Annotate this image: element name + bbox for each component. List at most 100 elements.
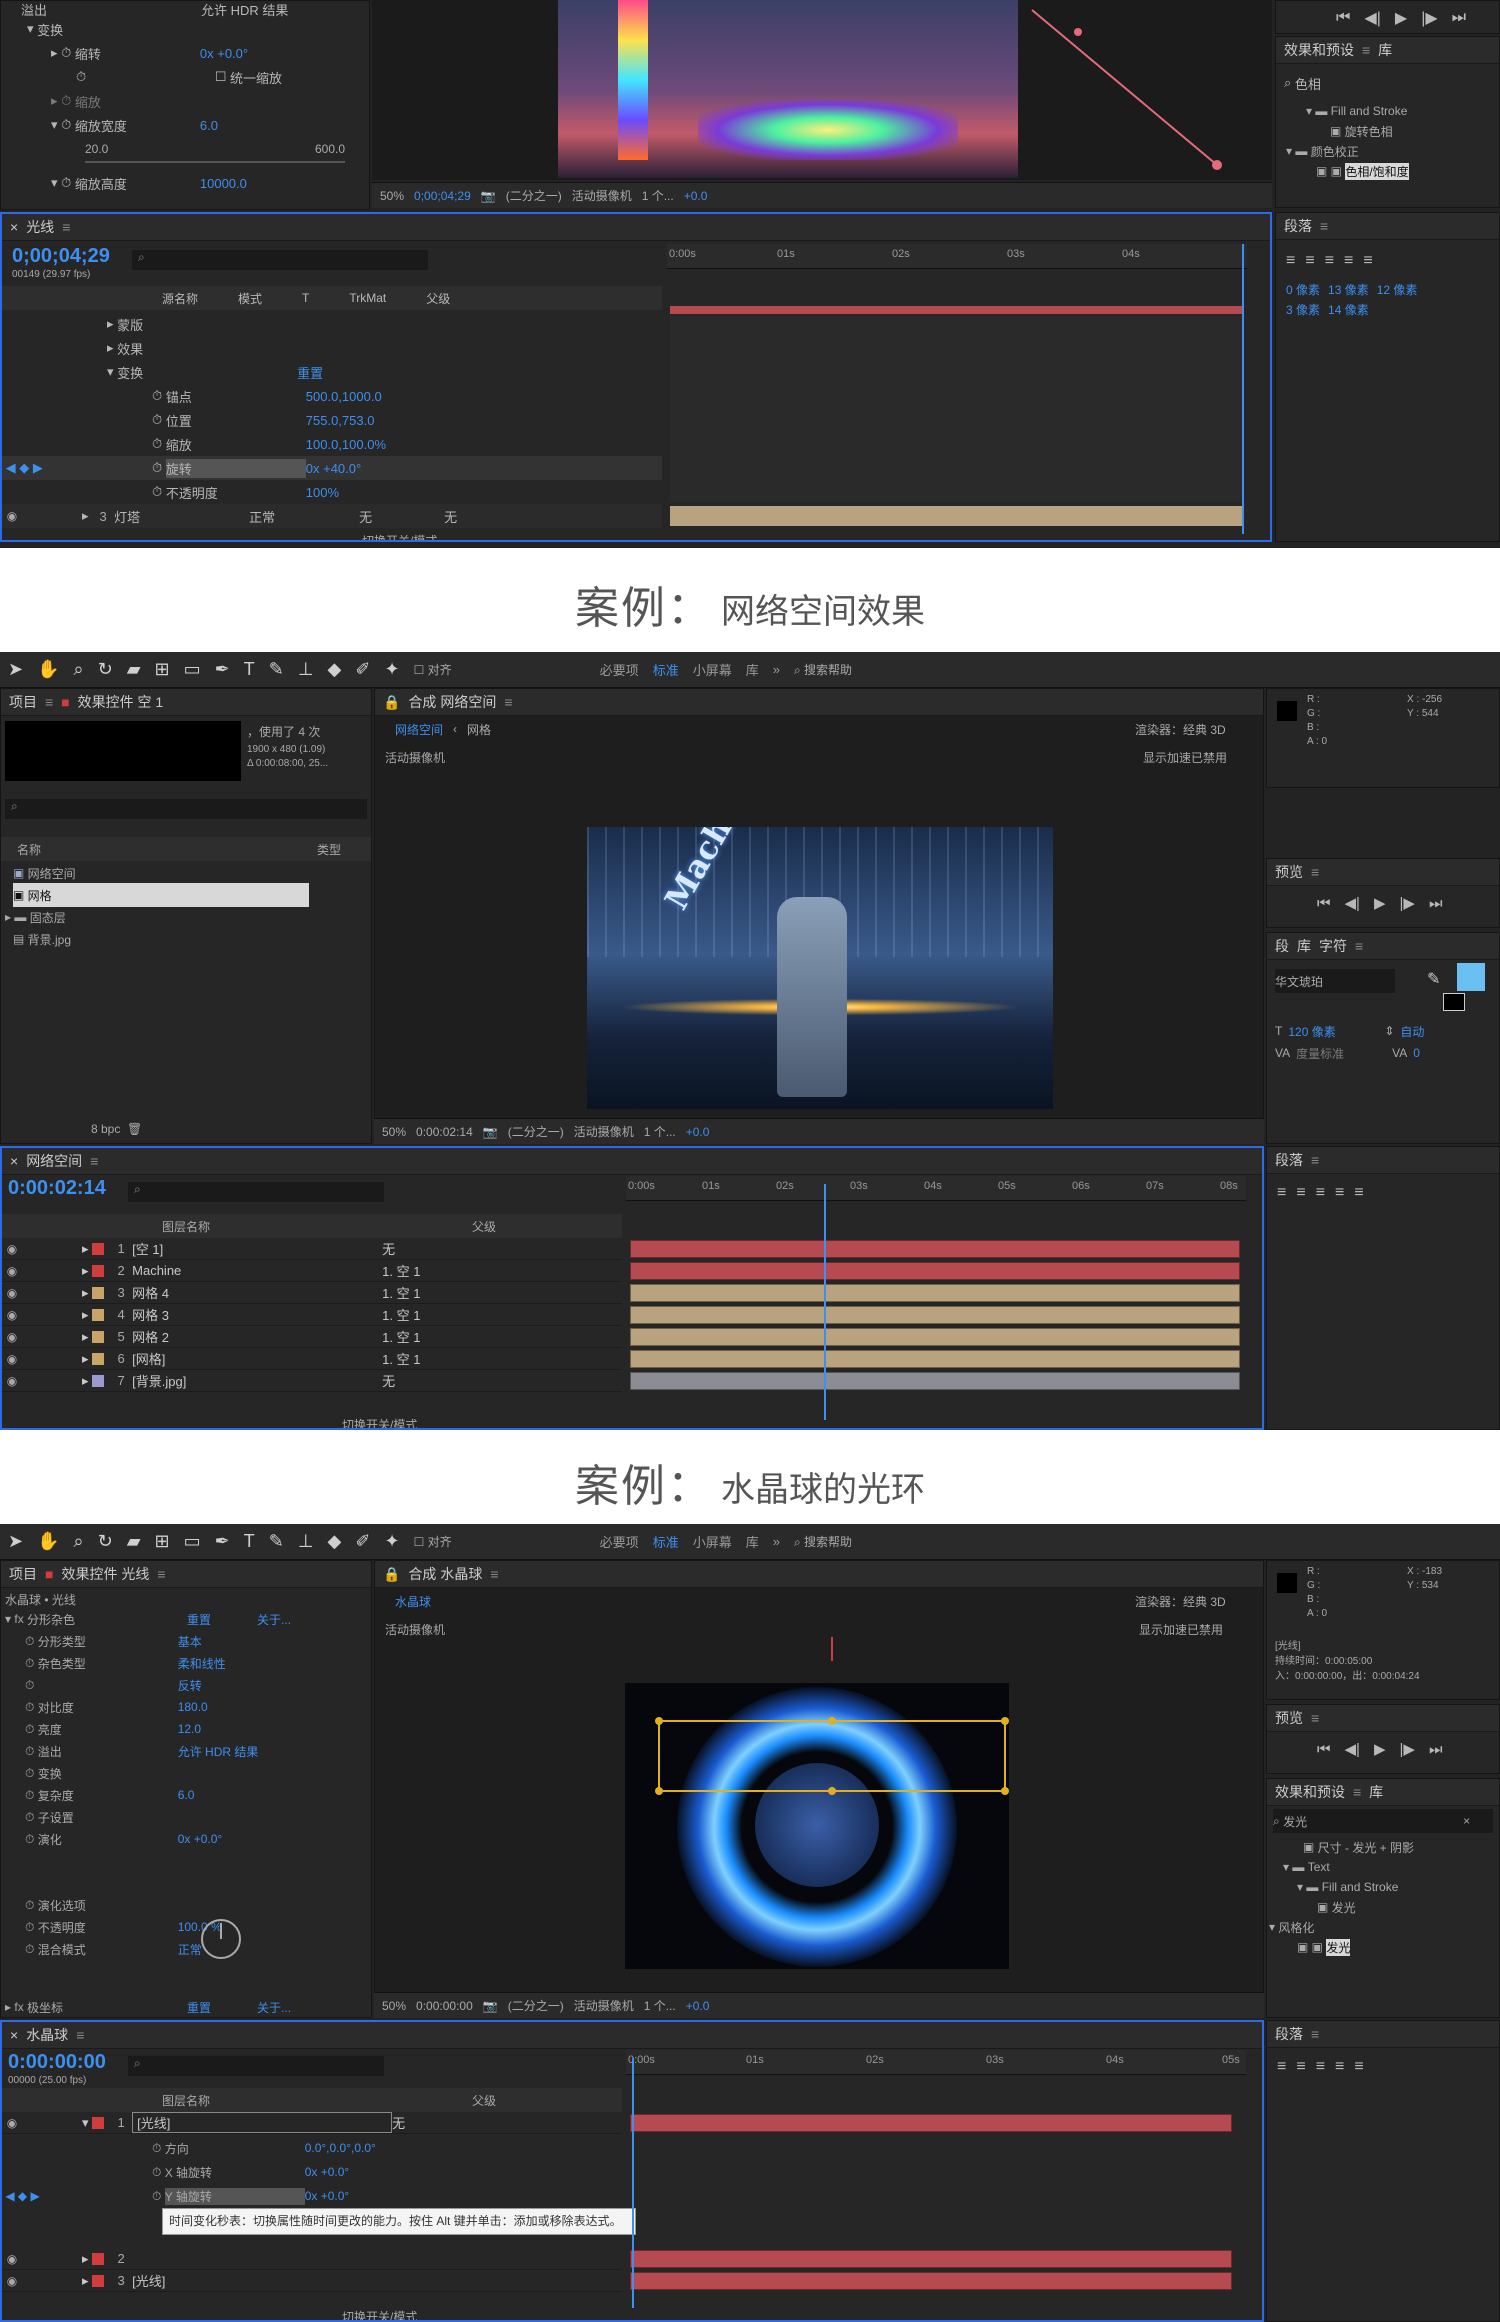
- layer-bar[interactable]: [670, 506, 1242, 526]
- layer-bar[interactable]: [630, 1328, 1240, 1346]
- keyframe-nav[interactable]: ◀ ◆ ▶: [2, 2189, 152, 2203]
- layer-parent[interactable]: 1. 空 1: [382, 1305, 420, 1324]
- col-type[interactable]: 类型: [317, 841, 341, 858]
- stopwatch-icon[interactable]: ⏱: [25, 1766, 38, 1781]
- fx-value[interactable]: 0x +0.0°: [178, 1832, 223, 1846]
- fx-value[interactable]: 6.0: [200, 118, 218, 133]
- reset-link[interactable]: 重置: [187, 1611, 257, 1628]
- effect-name[interactable]: 极坐标: [27, 1999, 187, 2016]
- effect-property-row[interactable]: ⏱ 分形类型 基本: [25, 1629, 202, 1653]
- prop-value[interactable]: 0x +0.0°: [305, 2165, 350, 2179]
- stopwatch-icon[interactable]: ⏱: [25, 1634, 38, 1649]
- help-search[interactable]: ⌕ 搜索帮助: [794, 661, 852, 678]
- rotate-tool-icon[interactable]: ↻: [98, 659, 113, 680]
- align-left-icon[interactable]: ≡: [1277, 2058, 1286, 2076]
- align-center-icon[interactable]: ≡: [1296, 1184, 1305, 1202]
- workspace-libraries[interactable]: 库: [746, 1532, 759, 1551]
- prop-label[interactable]: 变换: [117, 363, 297, 382]
- evolution-dial[interactable]: [201, 1919, 241, 1959]
- effect-group[interactable]: 颜色校正: [1311, 143, 1359, 160]
- next-frame-icon[interactable]: |▶: [1400, 894, 1415, 912]
- close-icon[interactable]: ×: [10, 2027, 18, 2043]
- zoom-select[interactable]: 50%: [382, 1125, 406, 1139]
- views-select[interactable]: 1 个...: [644, 1123, 676, 1140]
- first-indent[interactable]: 3 像素: [1286, 301, 1320, 318]
- layer-name[interactable]: [空 1]: [132, 1239, 382, 1258]
- first-frame-icon[interactable]: ⏮: [1317, 895, 1331, 912]
- timecode[interactable]: 0:00:02:14: [416, 1125, 473, 1139]
- breadcrumb-comp[interactable]: 网络空间: [395, 721, 443, 738]
- eye-icon[interactable]: ◉: [2, 509, 22, 523]
- prop-value[interactable]: 100%: [306, 485, 339, 500]
- first-frame-icon[interactable]: ⏮: [1336, 9, 1350, 27]
- brush-tool-icon[interactable]: ✎: [269, 659, 284, 680]
- comp-tab[interactable]: 光线: [26, 217, 54, 237]
- col-layer-name[interactable]: 图层名称: [162, 2092, 472, 2109]
- align-center-icon[interactable]: ≡: [1305, 252, 1314, 270]
- layer-name[interactable]: [光线]: [132, 2271, 165, 2290]
- eye-icon[interactable]: ◉: [2, 1286, 22, 1300]
- playhead[interactable]: [632, 2058, 634, 2308]
- track-area[interactable]: [670, 316, 1242, 502]
- play-icon[interactable]: ▶: [1374, 1740, 1386, 1758]
- fx-value[interactable]: 0x +0.0°: [200, 46, 248, 61]
- layer-name[interactable]: Machine: [132, 1263, 382, 1278]
- views-select[interactable]: 1 个...: [644, 1997, 676, 2014]
- align-right-icon[interactable]: ≡: [1316, 2058, 1325, 2076]
- leading-value[interactable]: 自动: [1400, 1023, 1424, 1040]
- camera-icon[interactable]: 📷: [481, 189, 496, 203]
- stopwatch-icon[interactable]: ⏱: [25, 1744, 38, 1759]
- label-color[interactable]: [92, 2116, 105, 2129]
- layer-parent[interactable]: 无: [382, 1239, 395, 1258]
- tab-effects-presets[interactable]: 效果和预设: [1275, 1782, 1345, 1802]
- stamp-tool-icon[interactable]: ⊥: [298, 1531, 314, 1552]
- fx-value[interactable]: 12.0: [178, 1722, 201, 1736]
- font-size-value[interactable]: 120 像素: [1288, 1023, 1378, 1040]
- selection-tool-icon[interactable]: ➤: [8, 659, 23, 680]
- next-frame-icon[interactable]: |▶: [1400, 1740, 1415, 1758]
- tab-paragraph-short[interactable]: 段: [1275, 936, 1289, 956]
- layer-bar[interactable]: [630, 2114, 1232, 2132]
- stopwatch-icon[interactable]: ▸ ⏱: [51, 45, 75, 61]
- fx-value[interactable]: 正常: [178, 1941, 202, 1958]
- fx-value[interactable]: 180.0: [178, 1700, 208, 1714]
- fx-value[interactable]: 柔和线性: [178, 1655, 226, 1672]
- preview-tab[interactable]: 预览: [1275, 1708, 1303, 1728]
- workspace-small-screen[interactable]: 小屏幕: [693, 1532, 732, 1551]
- views-select[interactable]: 1 个...: [642, 187, 674, 204]
- slider-track[interactable]: [85, 161, 345, 163]
- puppet-tool-icon[interactable]: ✦: [384, 1531, 399, 1552]
- eraser-tool-icon[interactable]: ◆: [328, 659, 342, 680]
- layer-row[interactable]: ◉ ▸ 7 [背景.jpg] 无: [2, 1370, 622, 1392]
- twirl-icon[interactable]: ▾: [27, 21, 37, 37]
- col-mode[interactable]: 模式: [238, 290, 262, 307]
- effect-property-row[interactable]: ⏱ 溢出 允许 HDR 结果: [25, 1739, 258, 1763]
- toggle-switches-modes[interactable]: 切换开关/模式: [342, 1416, 417, 1429]
- layer-row[interactable]: ◉ ▸ 1 [空 1] 无: [2, 1238, 622, 1260]
- space-before[interactable]: 13 像素: [1328, 281, 1369, 298]
- brush-tool-icon[interactable]: ✎: [269, 1531, 284, 1552]
- workspace-essentials[interactable]: 必要项: [600, 1532, 639, 1551]
- label-color[interactable]: [92, 1242, 105, 1255]
- eye-icon[interactable]: ◉: [2, 2252, 22, 2266]
- stopwatch-icon[interactable]: ⏱: [25, 1942, 38, 1957]
- effect-group[interactable]: Fill and Stroke: [1322, 1880, 1399, 1894]
- preview-tab[interactable]: 预览: [1275, 862, 1303, 882]
- fx-value[interactable]: 允许 HDR 结果: [201, 1, 288, 19]
- effect-property-row[interactable]: ⏱ 不透明度 100.0 %: [25, 1915, 222, 1939]
- justify-all-icon[interactable]: ≡: [1354, 2058, 1363, 2076]
- trash-icon[interactable]: 🗑: [120, 1122, 142, 1136]
- exposure[interactable]: +0.0: [686, 1999, 710, 2013]
- play-icon[interactable]: ▶: [1395, 8, 1407, 28]
- pen-tool-icon[interactable]: ✒: [215, 1531, 230, 1552]
- rect-tool-icon[interactable]: ▭: [184, 1531, 201, 1552]
- layer-name[interactable]: [光线]: [132, 2112, 393, 2133]
- last-frame-icon[interactable]: ⏭: [1429, 1741, 1443, 1758]
- eye-icon[interactable]: ◉: [2, 1308, 22, 1322]
- effects-search-input[interactable]: 发光: [1283, 1813, 1463, 1830]
- camera-select[interactable]: 活动摄像机: [574, 1997, 634, 2014]
- timeline-timecode[interactable]: 0:00:02:14: [8, 1177, 106, 1200]
- last-frame-icon[interactable]: ⏭: [1452, 9, 1466, 27]
- align-right-icon[interactable]: ≡: [1316, 1184, 1325, 1202]
- about-link[interactable]: 关于...: [257, 1999, 291, 2016]
